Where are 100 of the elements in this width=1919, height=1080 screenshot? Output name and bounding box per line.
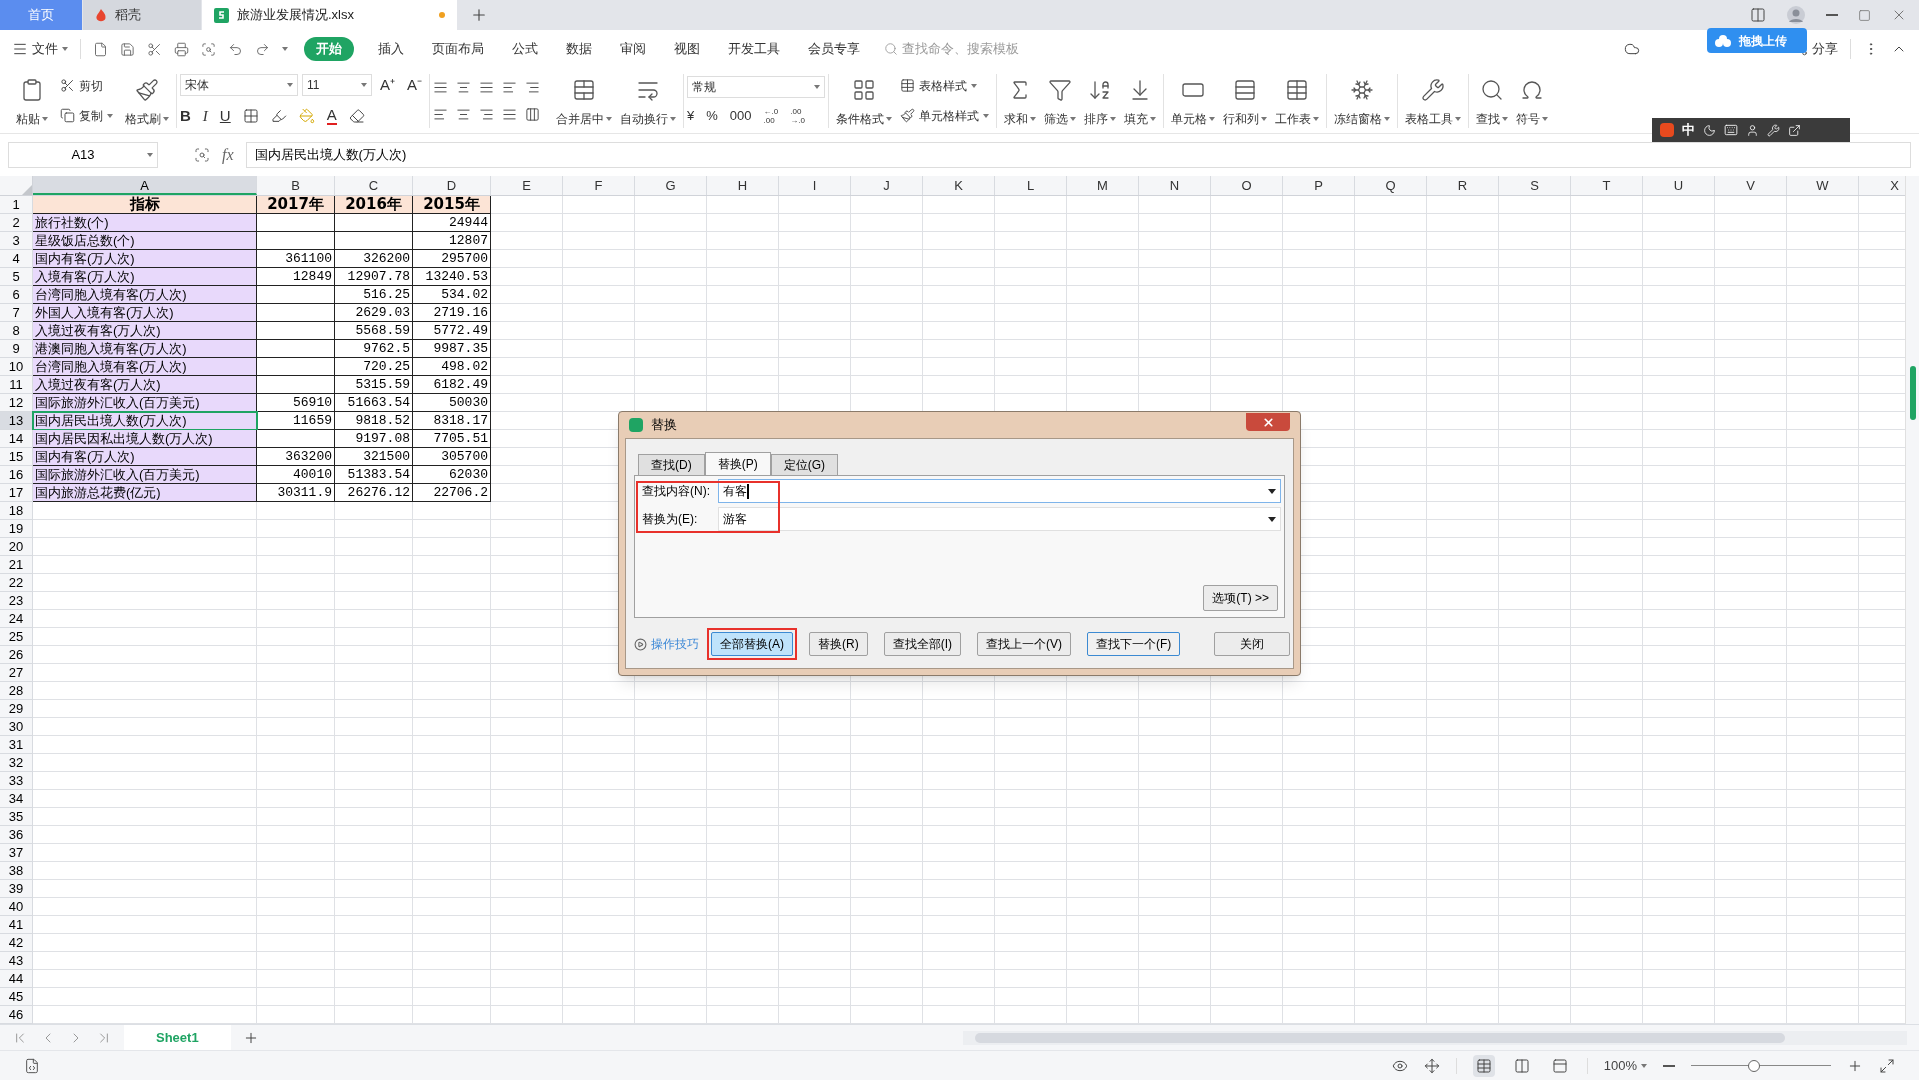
dialog-tab[interactable]: 定位(G) <box>770 454 838 475</box>
fill-button[interactable]: 填充 <box>1120 73 1161 128</box>
shrink-font-button[interactable]: A⁻ <box>403 74 427 97</box>
row-header[interactable]: 44 <box>0 970 33 988</box>
number-format-button[interactable]: ¥ <box>687 105 695 126</box>
row-header[interactable]: 18 <box>0 502 33 520</box>
view-mode-button[interactable] <box>1472 1054 1495 1077</box>
column-header[interactable]: F <box>563 176 635 195</box>
decimal-button[interactable]: .00 →.0 <box>790 106 805 125</box>
column-header[interactable]: M <box>1067 176 1139 195</box>
row-header[interactable]: 34 <box>0 790 33 808</box>
row-header[interactable]: 40 <box>0 898 33 916</box>
table-tools-button[interactable]: 表格工具 <box>1401 73 1466 128</box>
row-header[interactable]: 12 <box>0 394 33 412</box>
menu-tab[interactable]: 开发工具 <box>720 39 788 59</box>
row-header[interactable]: 4 <box>0 250 33 268</box>
column-header[interactable]: A <box>33 176 257 195</box>
dialog-tab[interactable]: 查找(D) <box>638 454 705 475</box>
sum-button[interactable]: 求和 <box>1000 73 1041 128</box>
row-header[interactable]: 8 <box>0 322 33 340</box>
column-header[interactable]: I <box>779 176 851 195</box>
number-format-button[interactable]: 000 <box>729 105 752 126</box>
row-header[interactable]: 39 <box>0 880 33 898</box>
ime-mode[interactable]: 中 <box>1682 120 1695 140</box>
row-header[interactable]: 29 <box>0 700 33 718</box>
dialog-button[interactable]: 查找上一个(V) <box>977 632 1071 656</box>
row-header[interactable]: 23 <box>0 592 33 610</box>
row-header[interactable]: 17 <box>0 484 33 502</box>
row-header[interactable]: 15 <box>0 448 33 466</box>
number-format-select[interactable]: 常规 <box>687 75 826 98</box>
menu-tab[interactable]: 会员专享 <box>800 39 868 59</box>
menu-tab[interactable]: 视图 <box>666 39 708 59</box>
column-header[interactable]: P <box>1283 176 1355 195</box>
freeze-panes-button[interactable]: 冻结窗格 <box>1330 73 1395 128</box>
cut-button[interactable]: 剪切 <box>60 76 113 95</box>
column-header[interactable]: J <box>851 176 923 195</box>
vertical-scrollbar[interactable] <box>1905 176 1919 1024</box>
row-header[interactable]: 30 <box>0 718 33 736</box>
horizontal-scrollbar[interactable] <box>962 1030 1907 1045</box>
number-format-button[interactable]: % <box>706 105 718 126</box>
row-header[interactable]: 41 <box>0 916 33 934</box>
font-style-button[interactable]: U <box>219 104 231 127</box>
avatar-icon[interactable] <box>1786 5 1806 25</box>
row-header[interactable]: 24 <box>0 610 33 628</box>
row-header[interactable]: 7 <box>0 304 33 322</box>
row-header[interactable]: 16 <box>0 466 33 484</box>
row-header[interactable]: 27 <box>0 664 33 682</box>
file-menu[interactable]: 文件 <box>12 39 68 59</box>
row-header[interactable]: 2 <box>0 214 33 232</box>
table-style-button[interactable]: 表格样式 <box>900 76 990 95</box>
row-header[interactable]: 22 <box>0 574 33 592</box>
column-header[interactable]: S <box>1499 176 1571 195</box>
font-select[interactable]: 宋体 <box>180 74 298 97</box>
menu-tab[interactable]: 审阅 <box>612 39 654 59</box>
row-header[interactable]: 38 <box>0 862 33 880</box>
formula-field[interactable]: 国内居民出境人数(万人次) <box>245 142 1911 168</box>
dialog-button[interactable]: 查找全部(I) <box>883 632 961 656</box>
row-header[interactable]: 9 <box>0 340 33 358</box>
column-header[interactable]: W <box>1787 176 1859 195</box>
row-header[interactable]: 32 <box>0 754 33 772</box>
cell-style-button[interactable]: 单元格样式 <box>900 106 990 125</box>
text-field[interactable]: 游客 <box>718 507 1281 531</box>
row-header[interactable]: 35 <box>0 808 33 826</box>
wrap-text-button[interactable]: 自动换行 <box>616 73 681 128</box>
row-header[interactable]: 33 <box>0 772 33 790</box>
dialog-tab[interactable]: 替换(P) <box>704 452 771 476</box>
row-header[interactable]: 19 <box>0 520 33 538</box>
font-color-button[interactable]: A <box>326 106 337 125</box>
row-header[interactable]: 20 <box>0 538 33 556</box>
zoom-slider[interactable] <box>1691 1058 1831 1073</box>
row-header[interactable]: 26 <box>0 646 33 664</box>
column-header[interactable]: O <box>1211 176 1283 195</box>
document-tab[interactable]: 稻壳 <box>83 0 201 30</box>
column-header[interactable]: H <box>707 176 779 195</box>
column-header[interactable]: C <box>335 176 413 195</box>
dialog-button[interactable]: 关闭 <box>1214 632 1291 656</box>
font-style-button[interactable]: I <box>202 104 208 127</box>
row-header[interactable]: 13 <box>0 412 33 430</box>
zoom-level[interactable]: 100% <box>1603 1055 1647 1076</box>
ime-toolbar[interactable]: 中 <box>1652 118 1850 142</box>
filter-button[interactable]: 筛选 <box>1040 73 1081 128</box>
row-header[interactable]: 1 <box>0 196 33 214</box>
dialog-button[interactable]: 替换(R) <box>809 632 868 656</box>
column-header[interactable]: R <box>1427 176 1499 195</box>
dialog-button[interactable]: 全部替换(A) <box>711 632 793 656</box>
row-header[interactable]: 5 <box>0 268 33 286</box>
column-header[interactable]: D <box>413 176 491 195</box>
row-header[interactable]: 42 <box>0 934 33 952</box>
text-field[interactable]: 有客 <box>718 479 1281 503</box>
column-header[interactable]: V <box>1715 176 1787 195</box>
worksheet-button[interactable]: 工作表 <box>1271 73 1324 128</box>
row-header[interactable]: 6 <box>0 286 33 304</box>
font-style-button[interactable]: B <box>180 104 191 127</box>
conditional-format-button[interactable]: 条件格式 <box>832 73 897 128</box>
column-header[interactable]: G <box>635 176 707 195</box>
menu-tab[interactable]: 公式 <box>504 39 546 59</box>
row-header[interactable]: 46 <box>0 1006 33 1024</box>
name-box[interactable]: A13 <box>8 142 158 168</box>
format-painter-button[interactable]: 格式刷 <box>121 73 173 128</box>
options-button[interactable]: 选项(T) >> <box>1203 585 1278 611</box>
